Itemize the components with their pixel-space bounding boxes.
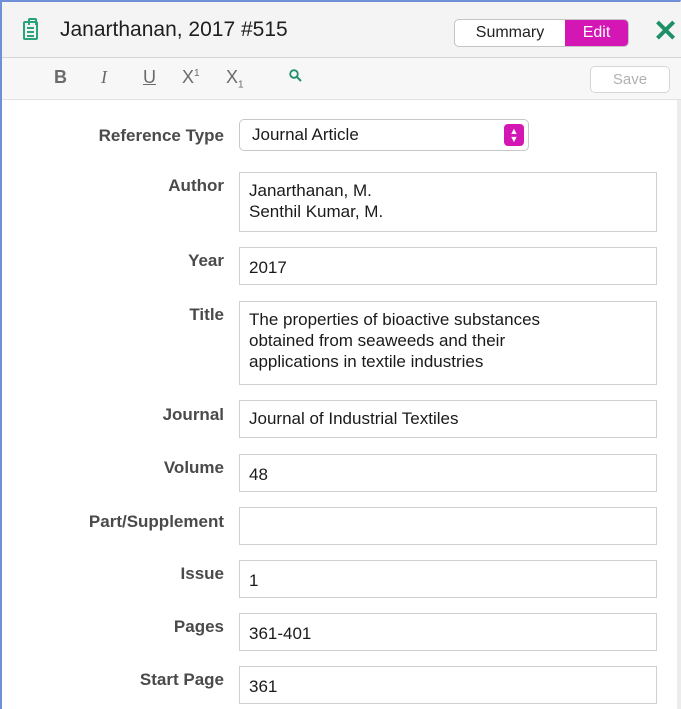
journal-field[interactable]: Journal of Industrial Textiles: [239, 400, 657, 438]
issue-label: Issue: [180, 564, 224, 583]
start-page-field[interactable]: 361: [239, 666, 657, 704]
start-page-label: Start Page: [139, 670, 224, 689]
volume-field[interactable]: 48: [239, 454, 657, 492]
subscript-mark: 1: [238, 79, 244, 91]
reference-type-value: Journal Article: [252, 125, 359, 144]
title-label: Title: [189, 305, 224, 324]
subscript-label: X: [226, 67, 239, 87]
search-icon[interactable]: [289, 69, 302, 82]
superscript-mark: 1: [194, 68, 200, 79]
clipboard-icon: [23, 18, 38, 40]
reference-title: Janarthanan, 2017 #515: [60, 18, 288, 41]
save-button[interactable]: Save: [590, 66, 670, 93]
part-supplement-label: Part/Supplement: [88, 512, 224, 531]
pages-label: Pages: [173, 617, 224, 636]
reference-type-select[interactable]: Journal Article ▲ ▼: [239, 119, 529, 151]
superscript-button[interactable]: X1: [182, 67, 200, 88]
edit-tab[interactable]: Edit: [565, 20, 628, 46]
volume-label: Volume: [163, 458, 224, 477]
summary-tab[interactable]: Summary: [455, 20, 565, 46]
italic-button[interactable]: I: [101, 67, 107, 88]
pages-field[interactable]: 361-401: [239, 613, 657, 651]
reference-header: Janarthanan, 2017 #515 Summary Edit ✕: [2, 2, 681, 58]
author-label: Author: [168, 176, 224, 195]
format-toolbar: B I U X1 X1 Save: [2, 58, 681, 100]
journal-label: Journal: [162, 405, 224, 424]
part-supplement-field[interactable]: [239, 507, 657, 545]
bold-button[interactable]: B: [54, 67, 67, 88]
close-icon[interactable]: ✕: [653, 16, 679, 48]
superscript-label: X: [182, 67, 195, 87]
title-field[interactable]: The properties of bioactive substances o…: [239, 301, 657, 385]
underline-button[interactable]: U: [143, 67, 156, 88]
select-stepper-icon: ▲ ▼: [504, 124, 524, 146]
reference-type-label: Reference Type: [98, 126, 224, 145]
year-label: Year: [188, 251, 224, 270]
year-field[interactable]: 2017: [239, 247, 657, 285]
issue-field[interactable]: 1: [239, 560, 657, 598]
author-field[interactable]: Janarthanan, M. Senthil Kumar, M.: [239, 172, 657, 232]
subscript-button[interactable]: X1: [226, 67, 244, 91]
view-mode-toggle: Summary Edit: [454, 19, 629, 47]
scrollbar-track[interactable]: [677, 100, 681, 709]
